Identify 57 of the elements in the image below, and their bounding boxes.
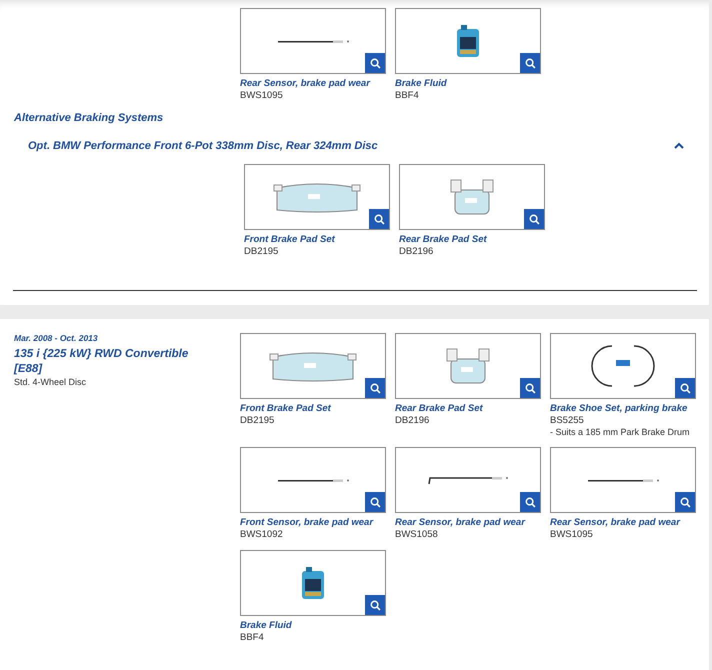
zoom-button[interactable] (369, 209, 389, 229)
option-heading: Opt. BMW Performance Front 6-Pot 338mm Disc, Rear 324mm Disc (28, 140, 378, 152)
product-name-link[interactable]: Brake Shoe Set, parking brake (550, 403, 696, 414)
product-name-link[interactable]: Front Brake Pad Set (244, 234, 390, 245)
search-icon (370, 496, 380, 508)
product-name-link[interactable]: Front Brake Pad Set (240, 403, 386, 414)
product-name-link[interactable]: Front Sensor, brake pad wear (240, 517, 386, 528)
zoom-button[interactable] (520, 492, 540, 512)
product-code: BWS1058 (395, 529, 439, 540)
search-icon (524, 382, 536, 394)
product-name-link[interactable]: Rear Sensor, brake pad wear (395, 517, 541, 528)
chevron-icon (673, 141, 685, 151)
product-code: BWS1095 (240, 90, 284, 101)
collapse-button[interactable] (673, 141, 685, 151)
product-code: BS5255 (550, 415, 585, 426)
zoom-button[interactable] (365, 492, 385, 512)
fluid-bottle-drawing (301, 566, 325, 600)
vehicle-title: 135 i {225 kW} RWD Convertible [E88] (14, 347, 190, 377)
search-icon (524, 58, 536, 68)
brake-pad-drawing (450, 179, 494, 215)
search-icon (370, 58, 380, 68)
vehicle-subtitle: Std. 4-Wheel Disc (14, 377, 88, 387)
search-icon (528, 214, 540, 224)
search-icon (374, 214, 384, 224)
search-icon (680, 382, 690, 394)
zoom-button[interactable] (524, 209, 544, 229)
zoom-button[interactable] (675, 492, 695, 512)
product-name-link[interactable]: Rear Brake Pad Set (395, 403, 541, 414)
product-code: DB2196 (399, 246, 434, 257)
brake-pad-drawing (446, 348, 490, 384)
search-icon (370, 600, 380, 610)
zoom-button[interactable] (675, 378, 695, 398)
search-icon (524, 496, 536, 508)
fluid-bottle-drawing (456, 24, 480, 58)
product-name-link[interactable]: Rear Sensor, brake pad wear (550, 517, 696, 528)
zoom-button[interactable] (520, 53, 540, 73)
search-icon (680, 496, 690, 508)
product-code: BBF4 (240, 632, 265, 643)
product-code: BWS1095 (550, 529, 594, 540)
product-name-link[interactable]: Brake Fluid (240, 620, 386, 631)
product-name-link[interactable]: Rear Brake Pad Set (399, 234, 545, 245)
brake-shoe-drawing (590, 345, 656, 387)
product-code: DB2195 (244, 246, 280, 257)
product-code: BBF4 (395, 90, 420, 101)
search-icon (370, 382, 380, 394)
zoom-button[interactable] (365, 378, 385, 398)
zoom-button[interactable] (520, 378, 540, 398)
product-name-link[interactable]: Rear Sensor, brake pad wear (240, 78, 386, 89)
section-heading: Alternative Braking Systems (12, 111, 164, 124)
date-range: Mar. 2008 - Oct. 2013 (14, 333, 99, 343)
product-code: DB2196 (395, 415, 430, 426)
product-code: BWS1092 (240, 529, 284, 540)
zoom-button[interactable] (365, 595, 385, 615)
product-name-link[interactable]: Brake Fluid (395, 78, 541, 89)
zoom-button[interactable] (365, 53, 385, 73)
product-code: DB2195 (240, 415, 276, 426)
product-note: - Suits a 185 mm Park Brake Drum (550, 427, 691, 437)
